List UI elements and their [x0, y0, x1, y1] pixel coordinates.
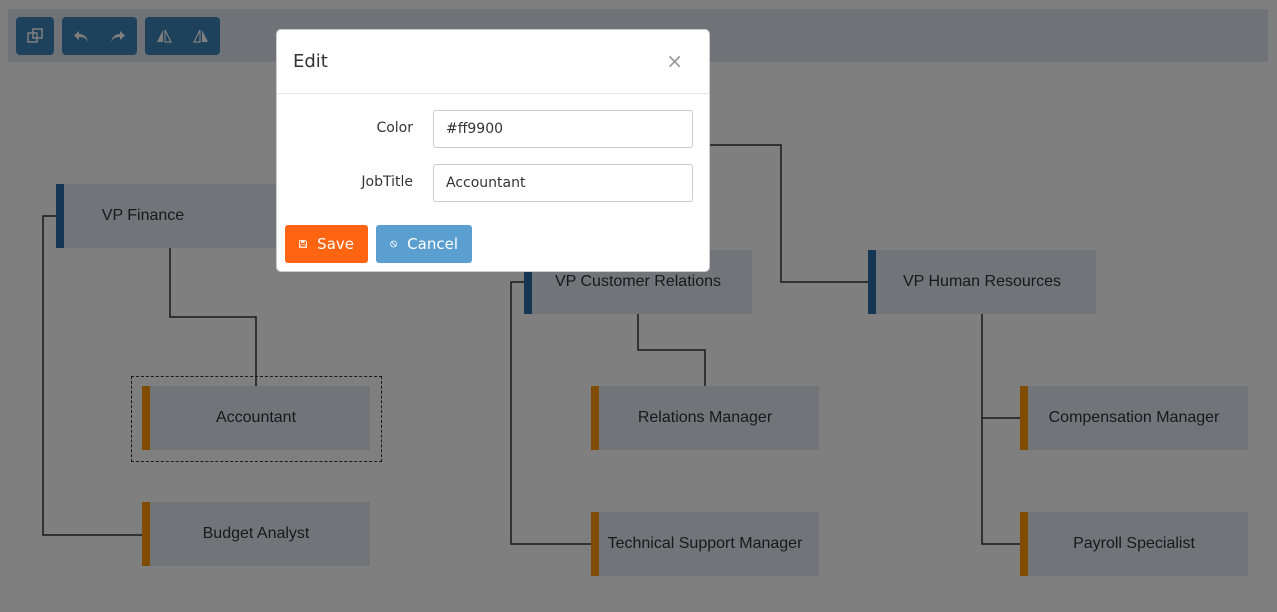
close-icon[interactable]: × — [666, 49, 683, 73]
dialog-header: Edit × — [277, 30, 709, 94]
color-label: Color — [376, 120, 413, 136]
color-input[interactable] — [433, 110, 693, 148]
jobtitle-field-row: JobTitle — [277, 164, 709, 202]
jobtitle-label: JobTitle — [361, 174, 413, 190]
save-icon — [299, 240, 307, 248]
save-label: Save — [317, 235, 354, 253]
color-field-row: Color — [277, 110, 709, 148]
cancel-icon — [390, 240, 397, 248]
dialog-title: Edit — [293, 51, 328, 72]
cancel-button[interactable]: Cancel — [376, 225, 472, 263]
edit-dialog: Edit × Color JobTitle Save Cancel — [276, 29, 710, 272]
save-button[interactable]: Save — [285, 225, 368, 263]
jobtitle-input[interactable] — [433, 164, 693, 202]
cancel-label: Cancel — [407, 235, 458, 253]
